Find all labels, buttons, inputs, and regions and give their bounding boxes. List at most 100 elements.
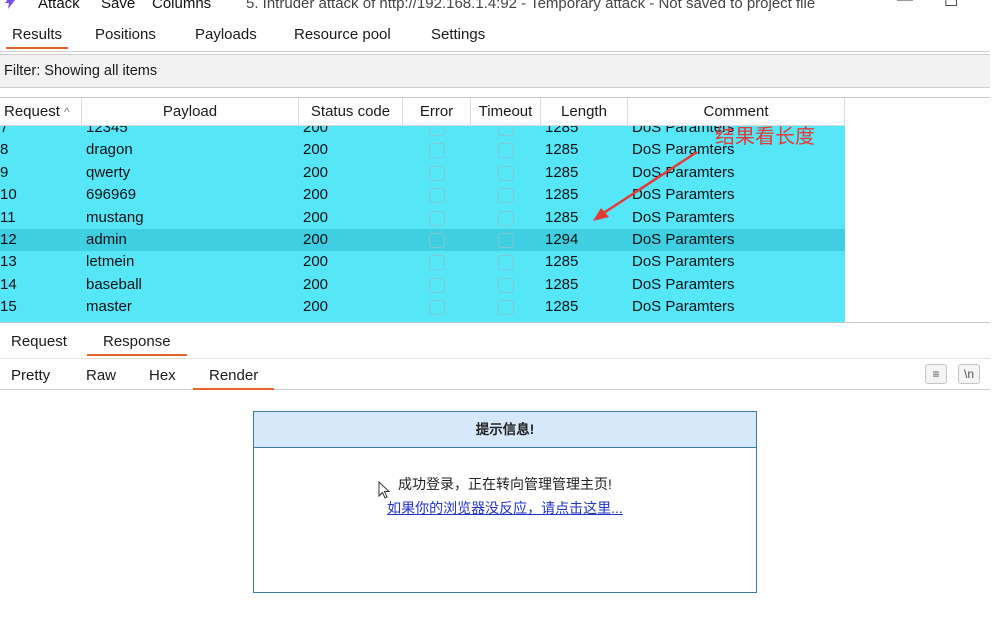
cell-request: 12: [0, 231, 17, 248]
tab-hex[interactable]: Hex: [149, 367, 176, 384]
cell-length: 1285: [545, 126, 579, 136]
tab-payloads[interactable]: Payloads: [195, 26, 257, 43]
tab-results[interactable]: Results: [6, 26, 69, 49]
cell-status: 200: [303, 231, 329, 248]
table-row[interactable]: 10 696969 200 1285 DoS Paramters: [0, 184, 845, 206]
cell-payload: admin: [86, 231, 127, 248]
cell-status: 200: [303, 253, 329, 271]
timeout-checkbox: [498, 300, 514, 316]
timeout-checkbox: [498, 165, 514, 181]
menu-attack[interactable]: Attack: [38, 0, 80, 12]
tab-pretty[interactable]: Pretty: [11, 367, 50, 384]
table-row[interactable]: 9 qwerty 200 1285 DoS Paramters: [0, 162, 845, 184]
annotation-text: 结果看长度: [715, 126, 815, 148]
cell-comment: DoS Paramters: [632, 253, 735, 271]
message-tabs: Request Response: [0, 322, 990, 356]
tab-raw[interactable]: Raw: [86, 367, 116, 384]
timeout-checkbox: [498, 233, 514, 248]
tab-positions[interactable]: Positions: [95, 26, 156, 43]
table-row[interactable]: 13 letmein 200 1285 DoS Paramters: [0, 251, 845, 273]
error-checkbox: [429, 300, 445, 316]
cell-request: 8: [0, 141, 9, 159]
column-header-timeout[interactable]: Timeout: [471, 98, 541, 126]
error-checkbox: [429, 188, 445, 204]
error-checkbox: [429, 143, 445, 159]
cell-request: 7: [0, 126, 9, 136]
results-table: Request ^ Payload Status code Error Time…: [0, 97, 990, 323]
cell-request: 10: [0, 186, 17, 204]
rendered-message-text: 成功登录，正在转向管理管理主页!: [398, 476, 612, 492]
main-tabs: Results Positions Payloads Resource pool…: [0, 22, 990, 52]
rendered-message-body: 成功登录，正在转向管理管理主页! 如果你的浏览器没反应，请点击这里...: [254, 474, 756, 518]
cell-status: 200: [303, 208, 329, 226]
rendered-message-box: 提示信息! 成功登录，正在转向管理管理主页! 如果你的浏览器没反应，请点击这里.…: [253, 411, 757, 593]
tab-settings[interactable]: Settings: [431, 26, 485, 43]
burp-logo-icon: [2, 0, 20, 12]
error-checkbox: [429, 126, 445, 136]
minimize-button[interactable]: —: [897, 0, 913, 9]
cell-length: 1285: [545, 275, 579, 293]
sort-ascending-icon: ^: [64, 105, 70, 119]
column-header-request[interactable]: Request ^: [0, 98, 82, 126]
table-row-selected[interactable]: 12 admin 200 1294 DoS Paramters: [0, 229, 845, 252]
tab-request[interactable]: Request: [11, 333, 67, 350]
cell-payload: mustang: [86, 208, 144, 226]
cell-length: 1285: [545, 253, 579, 271]
table-row[interactable]: 14 baseball 200 1285 DoS Paramters: [0, 274, 845, 296]
rendered-redirect-link[interactable]: 如果你的浏览器没反应，请点击这里...: [254, 498, 756, 518]
cell-request: 15: [0, 298, 17, 316]
cell-length: 1285: [545, 141, 579, 159]
timeout-checkbox: [498, 210, 514, 226]
error-checkbox: [429, 210, 445, 226]
render-pane: 提示信息! 成功登录，正在转向管理管理主页! 如果你的浏览器没反应，请点击这里.…: [0, 391, 990, 637]
cell-length: 1285: [545, 186, 579, 204]
menu-columns[interactable]: Columns: [152, 0, 211, 12]
cell-comment: DoS Paramters: [632, 298, 735, 316]
cell-payload: qwerty: [86, 163, 131, 181]
timeout-checkbox: [498, 143, 514, 159]
tab-resource-pool[interactable]: Resource pool: [294, 26, 391, 43]
cell-payload: dragon: [86, 141, 133, 159]
tab-response[interactable]: Response: [87, 333, 187, 356]
annotation-arrow-icon: [593, 150, 698, 221]
cell-length: 1285: [545, 208, 579, 226]
cell-comment: DoS Paramters: [632, 231, 735, 248]
column-header-payload[interactable]: Payload: [82, 98, 299, 126]
filter-label[interactable]: Filter: Showing all items: [4, 63, 157, 79]
table-row[interactable]: 15 master 200 1285 DoS Paramters: [0, 296, 845, 318]
cell-length: 1285: [545, 163, 579, 181]
cell-comment: DoS Paramters: [632, 275, 735, 293]
tab-render[interactable]: Render: [193, 367, 275, 390]
cell-payload: 12345: [86, 126, 128, 136]
timeout-checkbox: [498, 126, 514, 136]
cell-status: 200: [303, 275, 329, 293]
table-row[interactable]: 11 mustang 200 1285 DoS Paramters: [0, 207, 845, 229]
rendered-message-header: 提示信息!: [254, 412, 756, 448]
show-newlines-icon[interactable]: \n: [958, 364, 980, 384]
cell-length: 1285: [545, 298, 579, 316]
menu-bar: Attack Save Columns 5. Intruder attack o…: [0, 0, 1000, 14]
cell-request: 13: [0, 253, 17, 271]
error-checkbox: [429, 277, 445, 293]
menu-save[interactable]: Save: [101, 0, 135, 12]
error-checkbox: [429, 233, 445, 248]
cell-request: 9: [0, 163, 9, 181]
error-checkbox: [429, 165, 445, 181]
error-checkbox: [429, 255, 445, 271]
cell-payload: baseball: [86, 275, 142, 293]
column-header-length[interactable]: Length: [541, 98, 628, 126]
timeout-checkbox: [498, 255, 514, 271]
filter-bar[interactable]: Filter: Showing all items: [0, 54, 990, 88]
cell-length: 1294: [545, 231, 579, 248]
column-header-request-label: Request: [4, 103, 60, 120]
column-header-status-code[interactable]: Status code: [299, 98, 403, 126]
cell-status: 200: [303, 186, 329, 204]
wrap-lines-icon[interactable]: ≡: [925, 364, 947, 384]
cell-status: 200: [303, 126, 329, 136]
maximize-button[interactable]: ☐: [944, 0, 958, 11]
cell-payload: 696969: [86, 186, 137, 204]
timeout-checkbox: [498, 188, 514, 204]
view-tabs: Pretty Raw Hex Render ≡ \n: [0, 358, 990, 390]
table-body: 7 12345 200 1285 DoS Paramters 8 dragon …: [0, 126, 845, 323]
column-header-error[interactable]: Error: [403, 98, 471, 126]
